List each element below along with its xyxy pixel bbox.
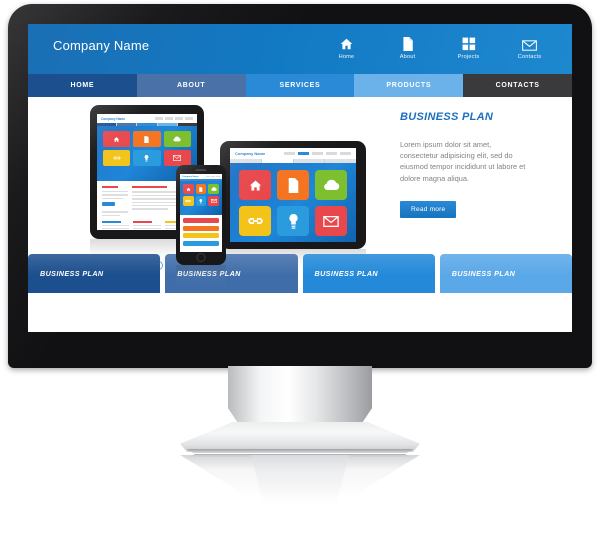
main-nav: HOME ABOUT SERVICES PRODUCTS CONTACTS xyxy=(28,74,572,97)
header-link-projects[interactable]: Projects xyxy=(438,30,499,60)
site-header: Company Name Home About Projects Contact… xyxy=(28,24,572,74)
mini-tile-envelope-lg xyxy=(315,206,347,236)
hero-section: Company Name Company Name Company Name B… xyxy=(28,97,572,293)
phone-device: Company Name xyxy=(176,165,226,265)
header-link-home-label: Home xyxy=(338,54,355,60)
mini-tile-document-lg xyxy=(277,170,309,200)
read-more-button[interactable]: Read more xyxy=(400,200,457,218)
document-icon xyxy=(402,34,413,51)
phone-screen: Company Name xyxy=(180,174,222,252)
grid-icon xyxy=(462,34,476,51)
mini-tile-cloud-lg xyxy=(315,170,347,200)
mini-nav xyxy=(155,117,193,120)
promo-box-row: BUSINESS PLAN BUSINESS PLAN BUSINESS PLA… xyxy=(28,254,572,293)
header-icon-nav: Home About Projects Contacts xyxy=(316,30,560,60)
mini-brand-label-landscape: Company Name xyxy=(235,151,266,156)
mini-tile-link-sm xyxy=(183,196,194,206)
home-icon xyxy=(339,34,354,51)
mini-tile-document-sm xyxy=(195,184,207,194)
mini-tile-document xyxy=(133,131,161,147)
monitor-stand-base-edge xyxy=(186,449,414,453)
nav-item-about[interactable]: ABOUT xyxy=(136,74,246,97)
mini-tile-lightbulb xyxy=(133,150,161,166)
phone-bar-list xyxy=(180,215,222,249)
hero-text-block: BUSINESS PLAN Lorem ipsum dolor sit amet… xyxy=(400,111,550,218)
mini-tile-link xyxy=(103,150,131,166)
mini-tile-lightbulb-lg xyxy=(277,206,309,236)
header-link-about[interactable]: About xyxy=(377,30,438,60)
mini-tile-envelope-sm xyxy=(208,196,219,206)
phone-home-button[interactable] xyxy=(196,253,206,262)
company-name: Company Name xyxy=(53,38,150,53)
promo-box-4[interactable]: BUSINESS PLAN xyxy=(439,254,572,293)
header-link-contacts[interactable]: Contacts xyxy=(499,30,560,60)
mini-tile-home-sm xyxy=(183,184,194,194)
tablet-landscape-device: Company Name xyxy=(220,141,366,249)
nav-item-services[interactable]: SERVICES xyxy=(245,74,355,97)
nav-item-contacts[interactable]: CONTACTS xyxy=(463,74,572,97)
header-link-home[interactable]: Home xyxy=(316,30,377,60)
mini-tile-home-lg xyxy=(239,170,271,200)
header-link-projects-label: Projects xyxy=(457,54,480,60)
mini-brand-label: Company Name xyxy=(101,116,126,121)
mini-tile-cloud-sm xyxy=(208,184,219,194)
header-link-contacts-label: Contacts xyxy=(517,54,542,60)
mini-tile-cloud xyxy=(163,131,191,147)
envelope-icon xyxy=(522,34,537,51)
nav-item-products[interactable]: PRODUCTS xyxy=(354,74,464,97)
tablet-landscape-screen: Company Name xyxy=(230,148,356,242)
mini-tile-link-lg xyxy=(239,206,271,236)
header-link-about-label: About xyxy=(399,54,416,60)
nav-item-home[interactable]: HOME xyxy=(28,74,137,97)
hero-body-text: Lorem ipsum dolor sit amet, consectetur … xyxy=(400,140,526,183)
monitor-screen: Company Name Home About Projects Contact… xyxy=(28,24,572,332)
promo-box-3[interactable]: BUSINESS PLAN xyxy=(302,254,436,293)
monitor-frame: Company Name Home About Projects Contact… xyxy=(8,4,592,368)
mini-brand-label-phone: Company Name xyxy=(182,175,199,178)
monitor-stand-base xyxy=(180,422,420,452)
mini-tile-lightbulb-sm xyxy=(195,196,207,206)
promo-box-1[interactable]: BUSINESS PLAN xyxy=(28,254,161,293)
phone-speaker xyxy=(195,169,207,171)
hero-title: BUSINESS PLAN xyxy=(400,111,494,123)
mini-tile-envelope xyxy=(163,150,191,166)
mini-tile-home xyxy=(103,131,131,147)
